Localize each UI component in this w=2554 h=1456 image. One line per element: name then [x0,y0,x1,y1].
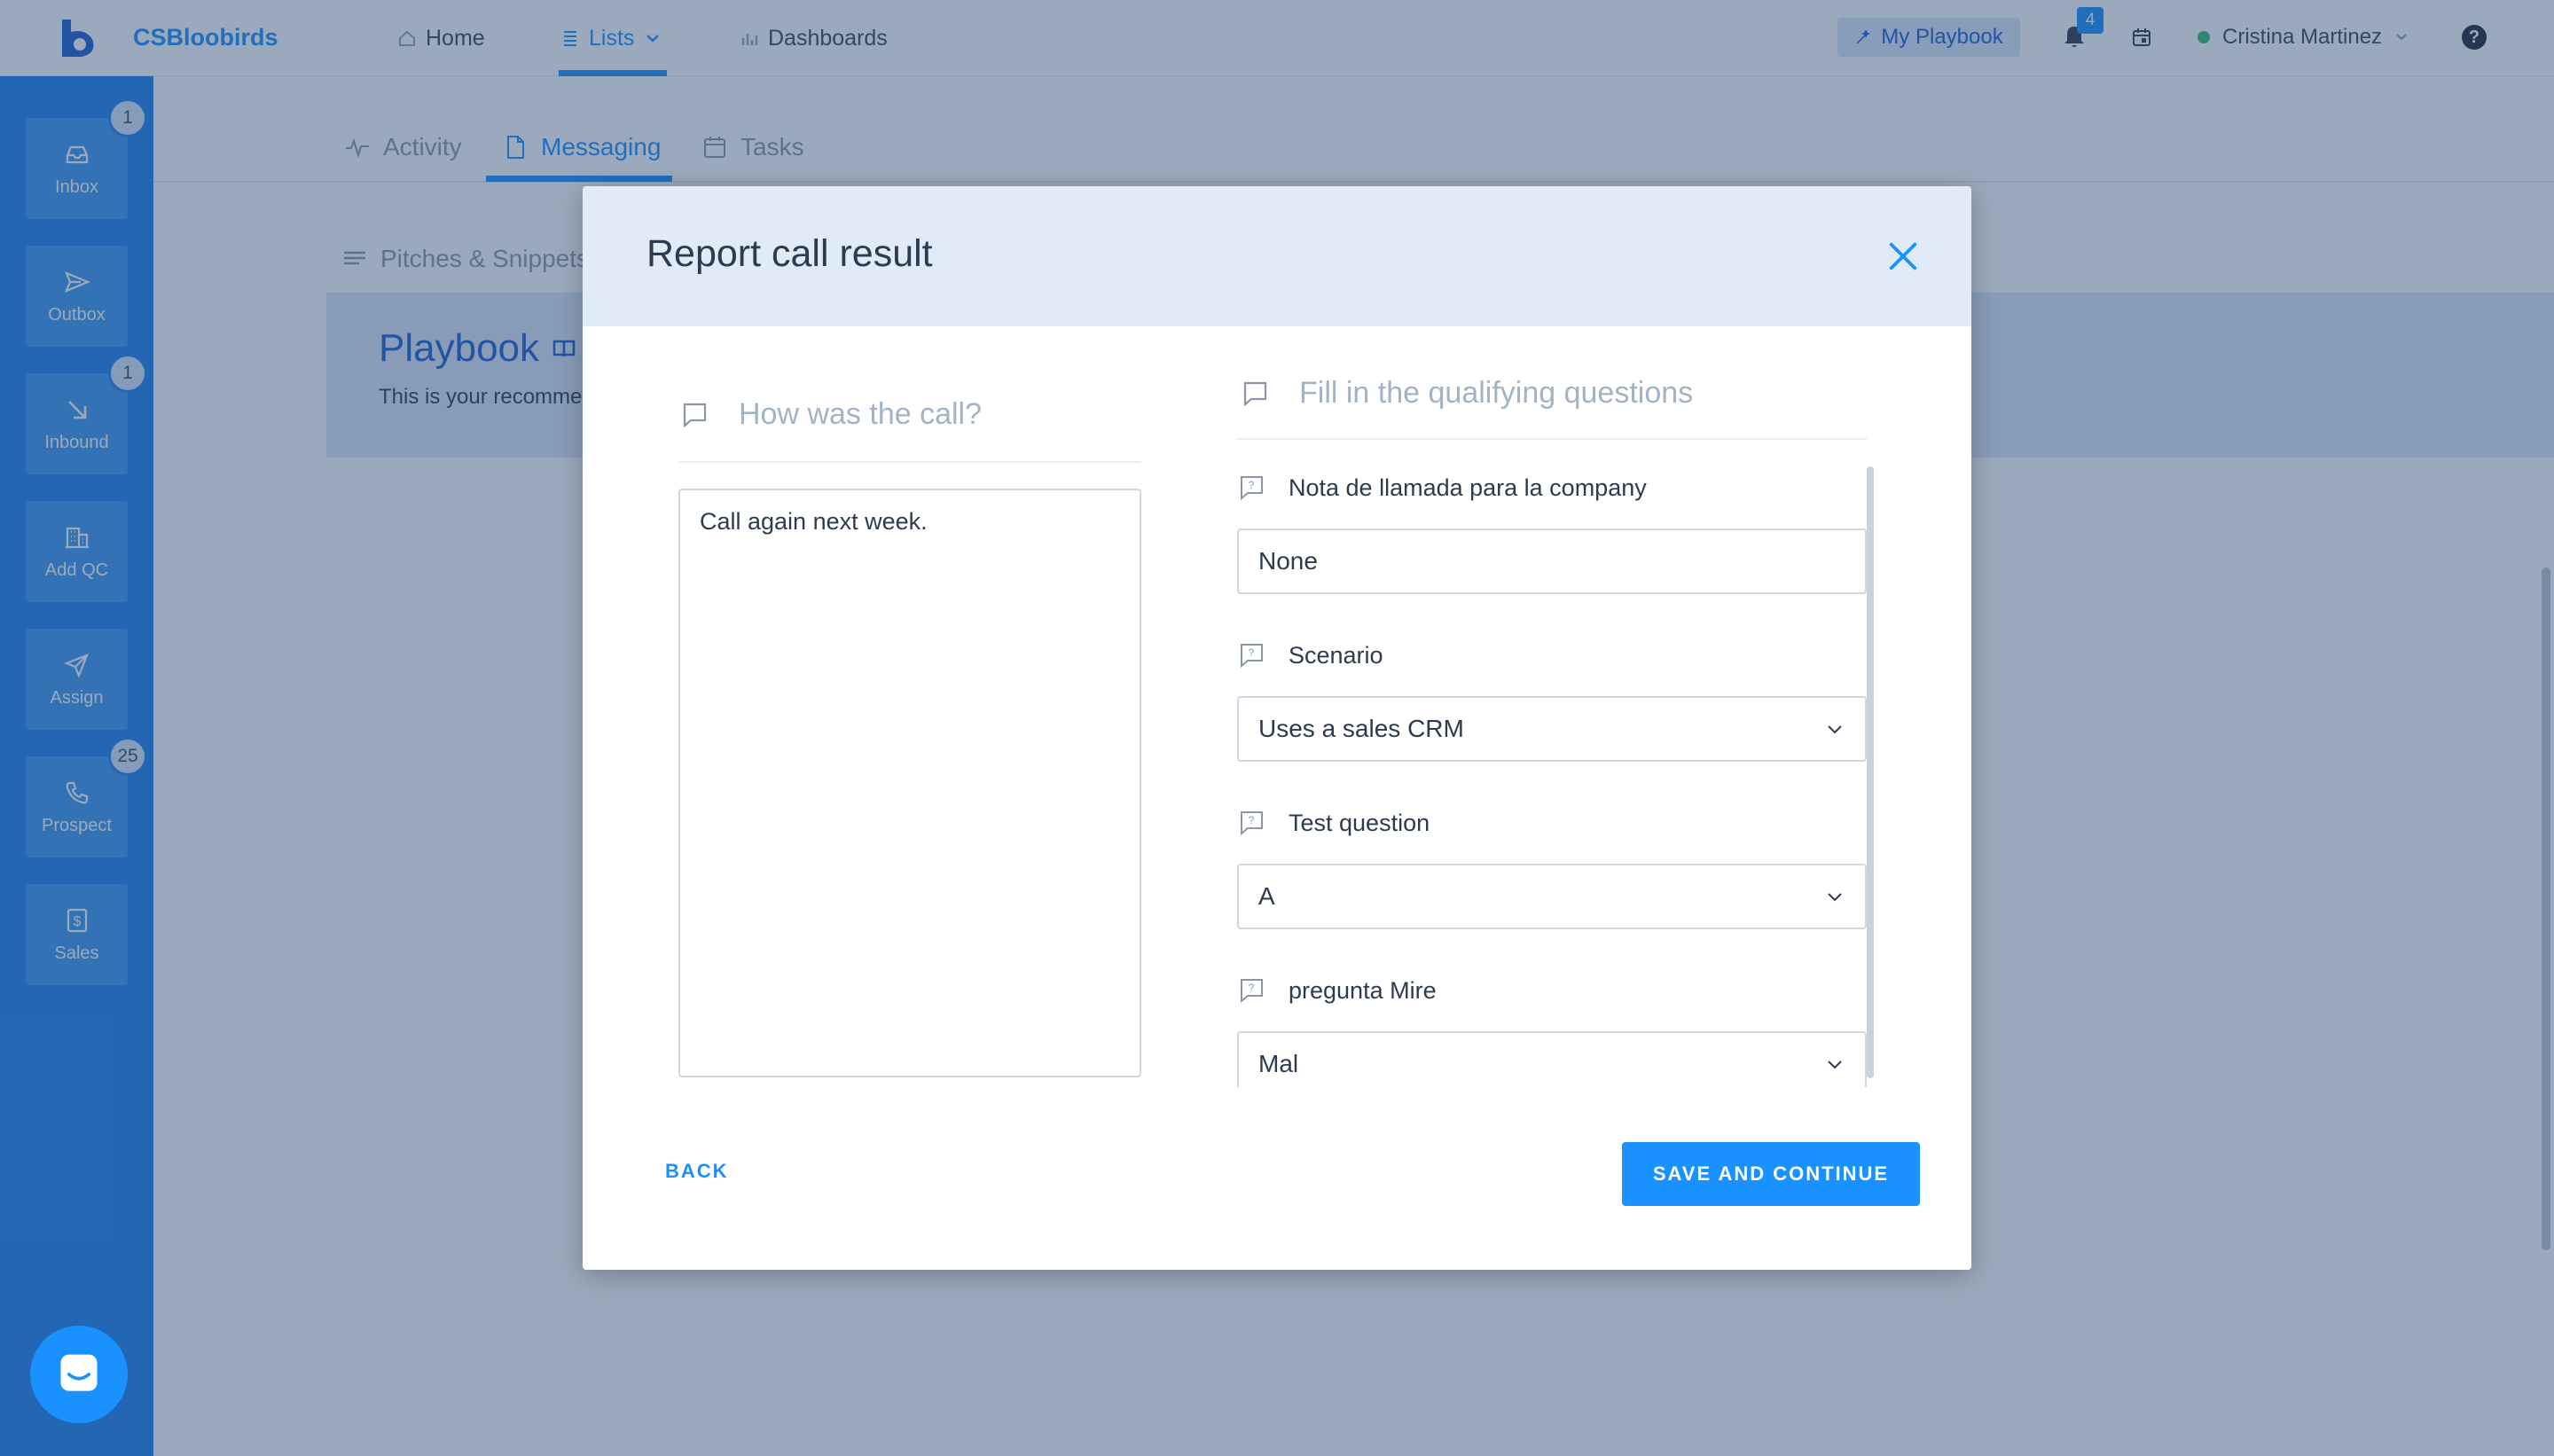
question-label-text: Nota de llamada para la company [1289,474,1647,501]
question-label: ? Scenario [1237,641,1383,669]
chevron-down-icon [1828,725,1842,734]
qualifying-questions-heading-text: Fill in the qualifying questions [1299,376,1694,410]
call-notes-heading-text: How was the call? [739,397,983,431]
question-label: ? Test question [1237,809,1430,837]
question-select-value: Uses a sales CRM [1258,715,1464,742]
svg-text:?: ? [1249,479,1255,491]
question-label-text: Scenario [1289,641,1383,669]
question-label-text: Test question [1289,809,1430,836]
chevron-down-icon [1828,1061,1842,1069]
comment-icon [683,403,707,427]
back-button[interactable]: BACK [665,1160,729,1183]
close-icon [1889,242,1917,270]
question-text-input[interactable]: None [1237,528,1867,594]
svg-text:?: ? [1249,646,1255,659]
question-select[interactable]: Uses a sales CRM [1237,696,1867,762]
modal-header: Report call result [583,186,1971,326]
question-comment-icon: ? [1241,979,1263,1004]
svg-text:?: ? [1249,814,1255,826]
save-and-continue-button[interactable]: SAVE AND CONTINUE [1622,1142,1920,1206]
report-call-result-modal: Report call result How was the call? Cal… [583,186,1971,1270]
questions-scrollbar[interactable] [1867,466,1874,1078]
chevron-down-icon [1828,893,1842,902]
chat-icon [60,1354,98,1391]
question-comment-icon: ? [1241,644,1263,669]
svg-text:?: ? [1249,982,1255,994]
question-select[interactable]: A [1237,864,1867,929]
question-comment-icon: ? [1241,811,1263,836]
question-label-text: pregunta Mire [1289,976,1437,1004]
chat-launcher[interactable] [30,1326,128,1423]
call-notes-heading: How was the call? [680,397,982,432]
question-label: ? Nota de llamada para la company [1237,474,1647,502]
close-button[interactable] [1883,236,1923,277]
question-comment-icon: ? [1241,476,1263,501]
question-input-value: None [1258,547,1318,575]
divider [1237,438,1867,440]
qualifying-questions-list: ? Nota de llamada para la company None ?… [1237,466,1867,1087]
divider [678,461,1141,463]
question-select[interactable]: Mal [1237,1031,1867,1087]
modal-title: Report call result [646,232,933,275]
comment-icon [1243,381,1267,406]
call-notes-textarea[interactable]: Call again next week. [678,489,1141,1077]
qualifying-questions-heading: Fill in the qualifying questions [1241,376,1693,411]
question-select-value: Mal [1258,1050,1299,1077]
question-select-value: A [1258,882,1275,910]
question-label: ? pregunta Mire [1237,976,1437,1005]
